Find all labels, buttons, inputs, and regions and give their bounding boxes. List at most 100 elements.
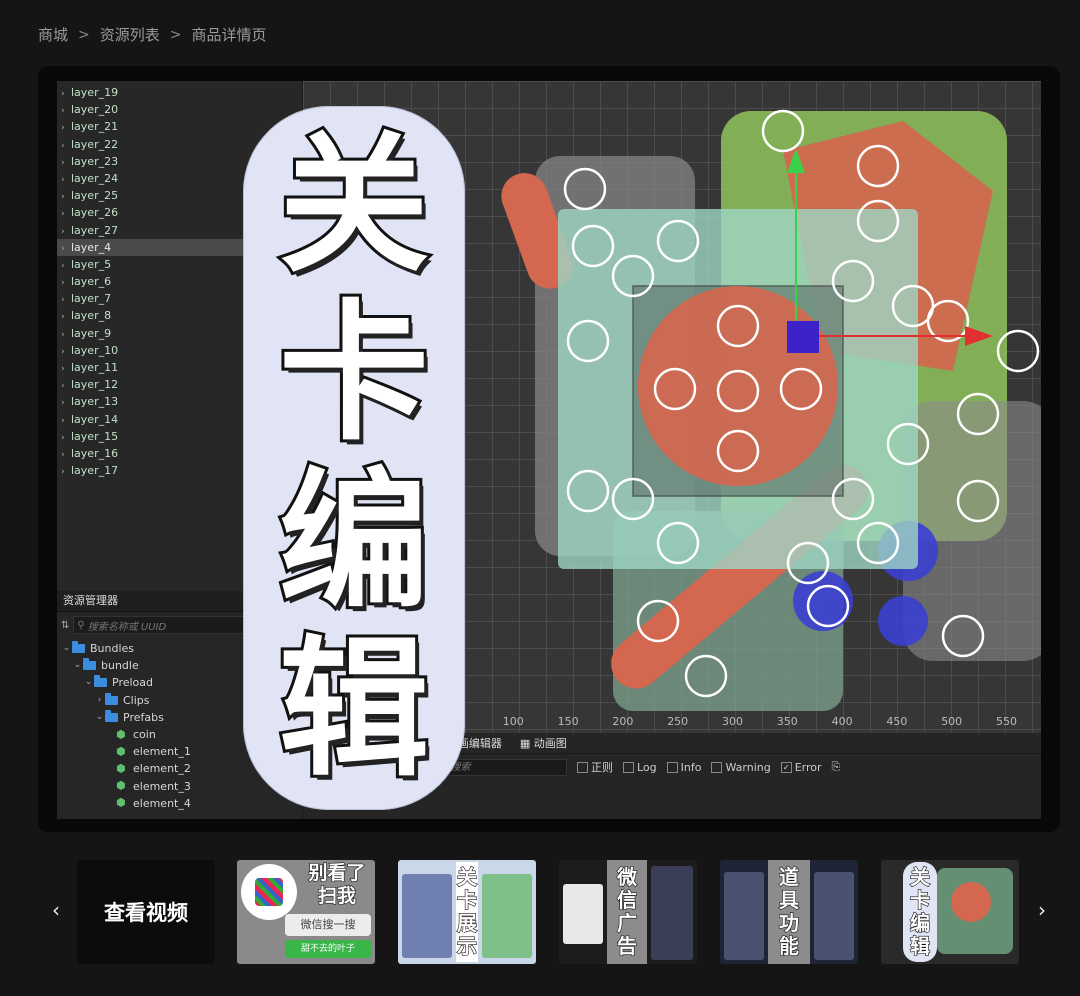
filter-log[interactable]: Log	[623, 761, 657, 774]
asset-item-element_4[interactable]: ⬢ element_4	[57, 795, 302, 812]
hierarchy-item-label: layer_19	[71, 86, 119, 99]
checkbox-icon[interactable]	[666, 761, 678, 773]
thumbnail-qr[interactable]: 别看了 扫我 微信搜一搜 甜不去的叶子	[237, 860, 375, 964]
chevron-left-icon[interactable]: ‹	[44, 898, 68, 922]
hierarchy-item-label: layer_27	[71, 223, 119, 237]
chevron-right-icon[interactable]: ›	[61, 395, 71, 412]
filter-label: Log	[637, 760, 657, 774]
thumb1-line1: 别看了	[308, 861, 366, 884]
ruler-tick-label: 150	[557, 715, 579, 728]
chevron-right-icon[interactable]: ›	[61, 206, 71, 223]
wechat-search-label: 微信搜一搜	[285, 914, 371, 936]
prefab-icon: ⬢	[116, 744, 126, 758]
checkbox-icon[interactable]	[711, 761, 723, 773]
phone-screen-image	[482, 874, 532, 958]
asset-item-label: element_2	[133, 762, 191, 776]
chevron-icon[interactable]: ⌄	[72, 657, 83, 674]
level-editor-title-overlay: 关卡编辑	[243, 106, 465, 810]
move-gizmo-handle	[787, 321, 819, 353]
folder-icon	[105, 692, 118, 705]
phone-screen-image	[724, 872, 764, 960]
chevron-right-icon[interactable]: ›	[61, 120, 71, 137]
thumbnail-wechat-ads[interactable]: 微信广告	[559, 860, 697, 964]
thumb-title-char: 微	[616, 865, 637, 889]
hierarchy-item-label: layer_23	[71, 154, 119, 168]
ruler-tick-label: 550	[996, 715, 1017, 728]
filter-info[interactable]: Info	[666, 760, 702, 774]
ruler-tick-label: 250	[667, 715, 689, 728]
sort-icon[interactable]: ⇅	[61, 620, 69, 631]
clear-console-icon[interactable]: ⎘	[832, 760, 841, 774]
checkbox-icon[interactable]	[577, 761, 588, 773]
hierarchy-item-label: layer_24	[71, 171, 119, 185]
thumbnail-level-showcase[interactable]: 关卡展示	[398, 860, 536, 964]
thumb4-title: 道具功能	[772, 864, 806, 960]
thumbnail-level-editor[interactable]: 关卡编辑	[881, 860, 1019, 964]
chevron-icon[interactable]: ⌄	[94, 709, 105, 726]
hierarchy-item-label: layer_12	[71, 378, 119, 392]
hierarchy-item-label: layer_21	[71, 120, 119, 134]
folder-icon	[83, 658, 96, 671]
thumb-title-char: 展	[456, 911, 477, 935]
filter-正则[interactable]: 正则	[577, 759, 613, 775]
hierarchy-item-label: layer_4	[71, 240, 112, 254]
chevron-right-icon: >	[169, 26, 182, 43]
asset-item-label: bundle	[101, 659, 139, 673]
prefab-icon: ⬢	[116, 727, 126, 741]
thumb-title-char: 道	[778, 865, 799, 889]
ruler-tick-label: 100	[502, 715, 524, 728]
breadcrumb-mall[interactable]: 商城	[38, 24, 68, 45]
thumb-title-char: 功	[778, 911, 799, 935]
blue-piece	[793, 571, 853, 631]
hierarchy-item-label: layer_16	[71, 446, 119, 460]
prefab-icon: ⬢	[116, 761, 126, 775]
chevron-right-icon[interactable]: ›	[61, 464, 71, 481]
checkbox-icon[interactable]	[623, 761, 634, 773]
chevron-icon[interactable]: ⌄	[61, 640, 72, 657]
filter-error[interactable]: ✓ Error	[780, 761, 822, 774]
hierarchy-item-label: layer_20	[71, 103, 119, 117]
asset-item-label: Clips	[123, 693, 150, 707]
hierarchy-item-label: layer_7	[71, 292, 112, 306]
main-preview-frame: › layer_19 › layer_20 › layer_21 › layer_22 › lay…	[38, 66, 1060, 832]
hierarchy-item-label: layer_9	[71, 326, 112, 340]
hierarchy-item-label: layer_6	[71, 275, 112, 289]
chevron-icon[interactable]: ›	[94, 692, 105, 709]
filter-warning[interactable]: Warning	[711, 761, 771, 774]
qr-code-icon	[241, 864, 297, 920]
checkbox-icon[interactable]: ✓	[780, 761, 792, 773]
thumb1-line2: 扫我	[317, 884, 356, 907]
red-circle-piece	[638, 286, 838, 486]
hierarchy-item-label: layer_25	[71, 189, 119, 203]
breadcrumb: 商城 > 资源列表 > 商品详情页	[38, 24, 267, 45]
editor-screenshot: › layer_19 › layer_20 › layer_21 › layer_22 › lay…	[57, 81, 1041, 819]
view-video-button[interactable]: 查看视频	[77, 860, 215, 964]
hierarchy-item-label: layer_14	[71, 412, 119, 426]
thumb-title-char: 告	[616, 934, 637, 958]
thumb-title-char: 关	[909, 865, 930, 889]
thumb-title-char: 关	[456, 865, 477, 889]
chevron-right-icon[interactable]: ›	[1030, 898, 1054, 922]
thumb-title-char: 能	[778, 934, 799, 958]
thumb3-title: 微信广告	[611, 864, 643, 960]
breadcrumb-product-detail: 商品详情页	[191, 26, 267, 44]
thumb-title-char: 卡	[456, 888, 477, 912]
filter-label: Info	[680, 760, 702, 774]
graph-icon: ▦	[519, 737, 534, 750]
thumbnail-item-features[interactable]: 道具功能	[720, 860, 858, 964]
hierarchy-item-layer_20[interactable]: › layer_20	[57, 101, 302, 118]
ruler-tick-label: 350	[776, 715, 798, 728]
tab-animation-graph[interactable]: ▦ 动画图	[520, 735, 567, 751]
phone-screen-image	[651, 866, 693, 960]
hierarchy-item-label: layer_11	[71, 361, 119, 374]
prefab-icon: ⬢	[116, 779, 126, 793]
thumb5-title: 关卡编辑	[905, 864, 935, 960]
asset-item-label: Prefabs	[123, 710, 164, 724]
hierarchy-item-layer_19[interactable]: › layer_19	[57, 84, 302, 101]
chevron-icon[interactable]: ⌄	[83, 674, 94, 691]
folder-icon	[94, 675, 107, 688]
hierarchy-item-label: layer_5	[71, 257, 112, 271]
breadcrumb-resource-list[interactable]: 资源列表	[100, 24, 160, 45]
search-icon: ⚲	[77, 619, 85, 631]
hierarchy-item-label: layer_10	[71, 343, 119, 357]
